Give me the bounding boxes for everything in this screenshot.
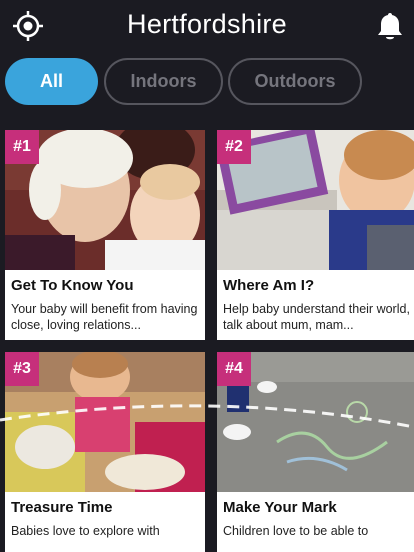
tab-outdoors[interactable]: Outdoors <box>228 58 362 105</box>
rank-badge: #4 <box>217 352 251 386</box>
activity-card[interactable]: #2 Where Am I? Help baby understand thei… <box>217 130 414 340</box>
page-title: Hertfordshire <box>127 9 287 39</box>
card-title: Treasure Time <box>11 499 113 516</box>
card-description: Children love to be able to <box>223 524 369 538</box>
rank-badge: #1 <box>5 130 39 164</box>
card-description: Babies love to explore with <box>11 524 160 538</box>
rank-badge: #2 <box>217 130 251 164</box>
activity-card[interactable]: #4 Make Your Mark Children love to be ab… <box>217 352 414 552</box>
rank-badge: #3 <box>5 352 39 386</box>
activity-card[interactable]: #1 Get To Know You Your baby will benefi… <box>5 130 205 340</box>
card-title: Make Your Mark <box>223 499 337 516</box>
bell-icon[interactable] <box>376 11 404 41</box>
card-title: Where Am I? <box>223 277 315 294</box>
tab-indoors[interactable]: Indoors <box>104 58 223 105</box>
activity-card[interactable]: #3 Treasure Time Babies love to explore … <box>5 352 205 552</box>
card-title: Get To Know You <box>11 277 134 294</box>
card-description: Your baby will benefit from having close… <box>11 302 198 332</box>
app-header: Hertfordshire <box>0 0 414 52</box>
tab-all[interactable]: All <box>5 58 98 105</box>
filter-tabs: All Indoors Outdoors <box>5 58 409 108</box>
card-description: Help baby understand their world, talk a… <box>223 302 410 332</box>
